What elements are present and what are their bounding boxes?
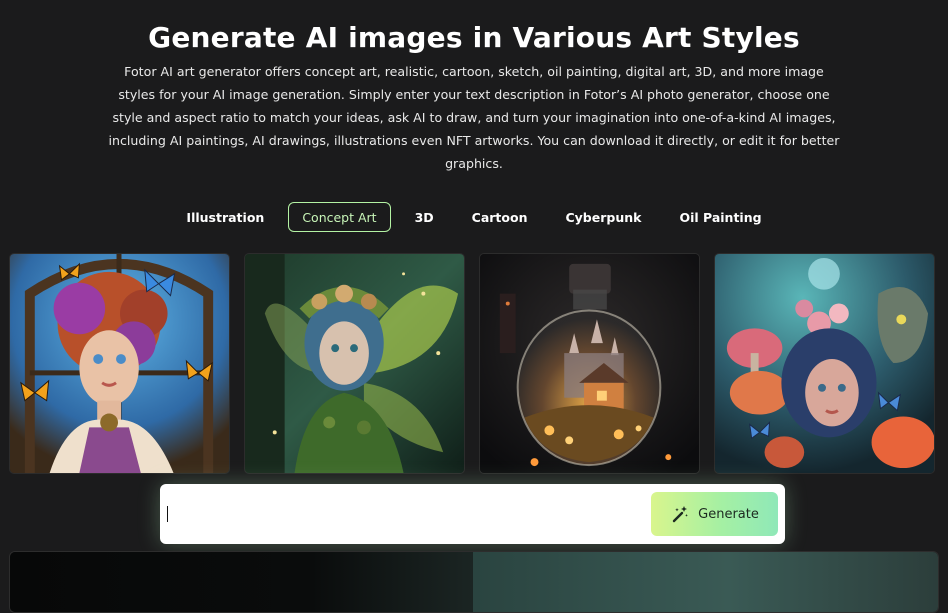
magic-wand-icon [672,506,689,523]
tab-3d[interactable]: 3D [401,202,448,232]
forest-fairy-image [245,254,464,473]
gallery-image-forest-fairy[interactable] [244,253,465,474]
mushroom-girl-image [715,254,934,473]
prompt-bar: Generate [160,484,785,544]
preview-after-image [473,552,938,612]
gallery-image-mushroom-girl[interactable] [714,253,935,474]
gallery-image-butterfly-girl[interactable] [9,253,230,474]
tab-illustration[interactable]: Illustration [172,202,278,232]
tab-cartoon[interactable]: Cartoon [458,202,542,232]
page-title: Generate AI images in Various Art Styles [148,20,800,54]
gallery-image-bottle-village[interactable] [479,253,700,474]
prompt-input[interactable] [168,494,642,536]
preview-panel [9,551,939,613]
text-caret [167,506,168,522]
tab-oil-painting[interactable]: Oil Painting [665,202,775,232]
butterfly-girl-image [10,254,229,473]
page-description: Fotor AI art generator offers concept ar… [108,64,840,171]
generate-button[interactable]: Generate [651,492,778,536]
generate-button-label: Generate [698,506,759,522]
tab-concept-art[interactable]: Concept Art [288,202,391,232]
style-tabs: Illustration Concept Art 3D Cartoon Cybe… [0,201,948,233]
preview-before-image [10,552,473,612]
tab-cyberpunk[interactable]: Cyberpunk [551,202,655,232]
bottle-village-image [480,254,699,473]
